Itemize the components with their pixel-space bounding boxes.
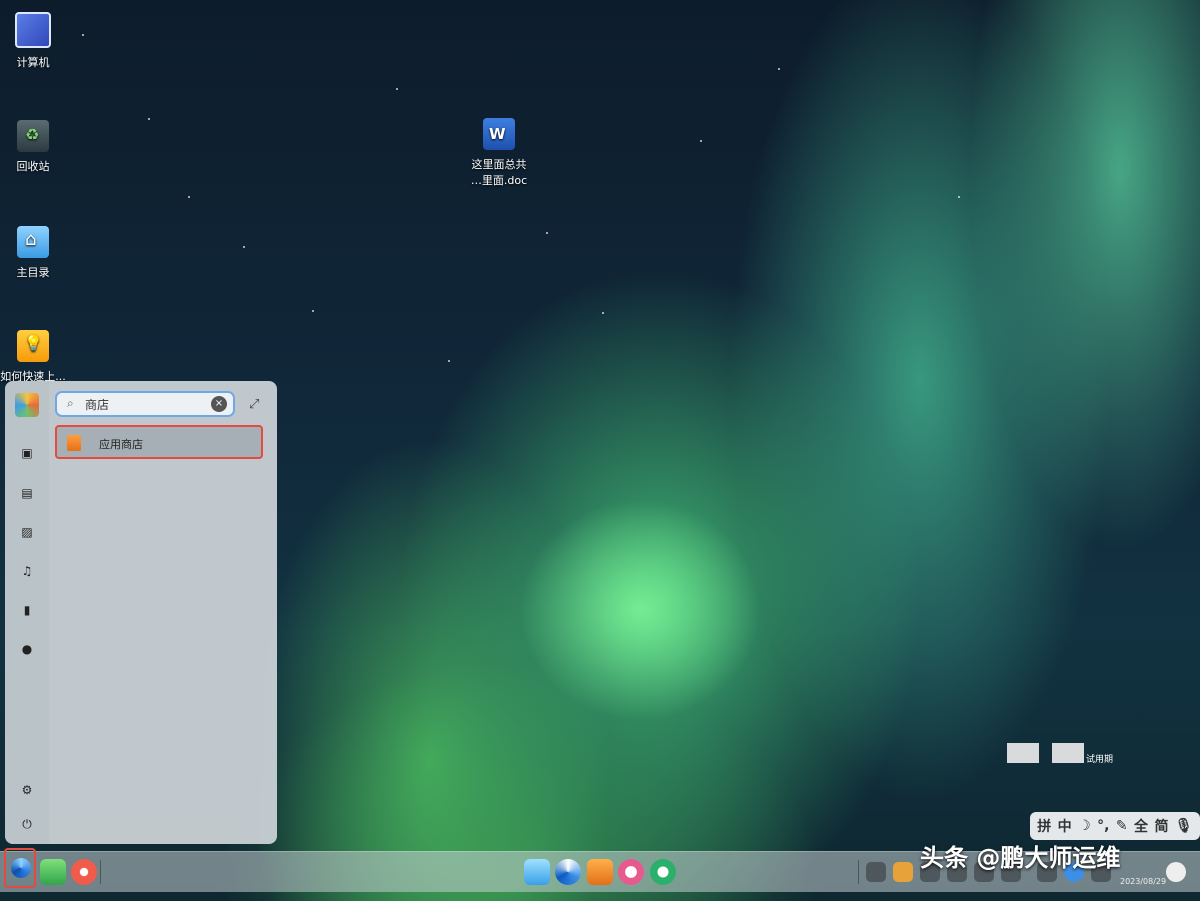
ime-pen-button[interactable]: ✎ <box>1116 818 1128 834</box>
search-box[interactable]: ⌕ × <box>55 391 235 417</box>
file-manager-icon[interactable] <box>524 859 550 885</box>
desktop-icon-label: 这里面总共 <box>471 158 527 171</box>
clock-date: 2023/08/29 <box>1120 877 1167 886</box>
home-folder-icon <box>17 226 49 258</box>
ime-moon-button[interactable]: ☽ <box>1078 818 1091 834</box>
ime-pinyin-button[interactable]: 拼 <box>1037 816 1051 836</box>
desktop-icon-computer[interactable]: 计算机 <box>0 12 68 70</box>
trash-icon <box>17 120 49 152</box>
download-icon[interactable]: ● <box>19 641 35 657</box>
uos-icon[interactable] <box>650 859 676 885</box>
watermark: 头条 @鹏大师运维 <box>920 844 1121 872</box>
tray-shield-icon[interactable] <box>893 862 913 882</box>
document-icon[interactable]: ▤ <box>19 485 35 501</box>
screen-recorder-icon[interactable] <box>71 859 97 885</box>
desktop-icon-label: 计算机 <box>16 56 50 69</box>
power-icon[interactable]: ⏻ <box>19 816 35 832</box>
launcher-panel: ▣ ▤ ▨ ♫ ▮ ● ⚙ ⏻ ⌕ × ⤢ 应用商店 <box>5 381 277 844</box>
ime-simplified-button[interactable]: 简 <box>1154 816 1168 836</box>
launcher-button[interactable] <box>4 848 36 888</box>
desktop-icon-label: …里面.doc <box>470 174 528 187</box>
desktop-icon-home[interactable]: 主目录 <box>0 226 68 280</box>
notification-icon[interactable] <box>1166 862 1186 882</box>
picture-icon[interactable]: ▨ <box>19 524 35 540</box>
redacted-block <box>1052 743 1084 763</box>
dock-separator <box>858 860 859 884</box>
expand-icon[interactable]: ⤢ <box>249 397 259 412</box>
search-input[interactable] <box>85 395 205 413</box>
search-icon: ⌕ <box>67 396 74 410</box>
dock-separator <box>100 860 101 884</box>
ime-fullwidth-button[interactable]: 全 <box>1134 816 1148 836</box>
app-store-icon <box>67 435 81 451</box>
ime-chinese-button[interactable]: 中 <box>1058 816 1072 836</box>
launcher-logo-icon <box>15 393 39 417</box>
desktop-icon-trash[interactable]: 回收站 <box>0 120 68 174</box>
uos-guide-icon <box>17 330 49 362</box>
trial-text: 试用期 <box>1086 755 1114 765</box>
browser-icon[interactable] <box>555 859 581 885</box>
clear-icon[interactable]: × <box>211 396 227 412</box>
redacted-block <box>1007 743 1039 763</box>
category-rail: ▣ ▤ ▨ ♫ ▮ ● ⚙ ⏻ <box>5 381 49 844</box>
video-icon[interactable]: ▮ <box>19 602 35 618</box>
desktop-icon-label: 主目录 <box>16 266 50 279</box>
desktop-icon-word-doc[interactable]: 这里面总共 …里面.doc <box>464 118 534 188</box>
search-result-label: 应用商店 <box>99 438 143 451</box>
music-icon[interactable]: ♫ <box>19 563 35 579</box>
launcher-icon <box>11 858 31 878</box>
tray-app-icon[interactable] <box>866 862 886 882</box>
search-result-item[interactable]: 应用商店 <box>55 425 263 459</box>
ime-punctuation-button[interactable]: °, <box>1097 818 1109 834</box>
desktop-icon-uos-guide[interactable]: 如何快速上... <box>0 330 68 384</box>
ime-mic-button[interactable]: 🎙 <box>1175 818 1193 834</box>
multitask-icon[interactable] <box>40 859 66 885</box>
computer-icon <box>15 12 51 48</box>
desktop-icon-label: 回收站 <box>16 160 50 173</box>
app-store-icon[interactable] <box>587 859 613 885</box>
settings-icon[interactable]: ⚙ <box>19 782 35 798</box>
ime-toolbar: 拼 中 ☽ °, ✎ 全 简 🎙 <box>1030 812 1200 840</box>
word-doc-icon <box>483 118 515 150</box>
all-apps-icon[interactable]: ▣ <box>19 445 35 461</box>
control-center-icon[interactable] <box>618 859 644 885</box>
